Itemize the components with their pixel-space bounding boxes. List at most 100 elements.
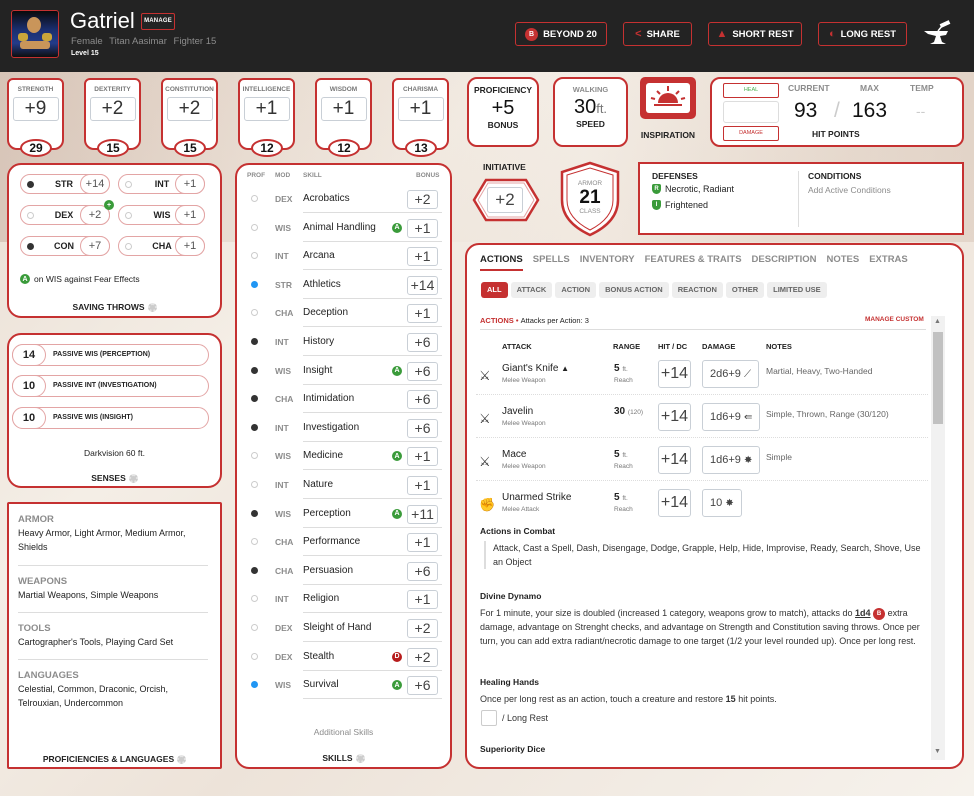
skill-row-performance[interactable]: CHA Performance +1 [242,529,442,557]
filter-action[interactable]: ACTION [555,282,597,298]
ability-constitution[interactable]: CONSTITUTION +2 15 [161,78,218,157]
skill-bonus[interactable]: +1 [407,218,438,238]
attack-row-giant-s-knife[interactable]: ⚔ Giant's Knife ▲ Melee Weapon 5 ft. Reach +1… [476,356,928,398]
anvil-icon[interactable] [922,20,956,46]
ability-modifier[interactable]: +9 [12,97,59,121]
saving-throw-int[interactable]: INT +1 [118,174,205,194]
filter-reaction[interactable]: REACTION [671,282,723,298]
ability-charisma[interactable]: CHARISMA +1 13 [392,78,449,157]
filter-other[interactable]: OTHER [725,282,765,298]
share-button[interactable]: < SHARE [623,22,692,46]
attack-name[interactable]: Unarmed Strike [502,492,571,503]
ability-dexterity[interactable]: DEXTERITY +2 15 [84,78,141,157]
skill-bonus[interactable]: +6 [407,390,438,410]
attack-damage-button[interactable]: 1d6+9 ✸ [702,446,761,474]
tab-inventory[interactable]: INVENTORY [580,254,635,271]
short-rest-button[interactable]: ▲ SHORT REST [708,22,802,46]
skill-row-intimidation[interactable]: CHA Intimidation +6 [242,386,442,414]
ability-modifier[interactable]: +1 [243,97,290,121]
saving-throw-str[interactable]: STR +14 [20,174,110,194]
ability-strength[interactable]: STRENGTH +9 29 [7,78,64,157]
attack-name[interactable]: Mace [502,449,526,460]
skill-row-nature[interactable]: INT Nature +1 [242,472,442,500]
skill-bonus[interactable]: +1 [407,533,438,553]
beyond20-roll-icon[interactable]: B [873,607,886,620]
skill-row-medicine[interactable]: WIS Medicine A +1 [242,443,442,471]
skill-row-arcana[interactable]: INT Arcana +1 [242,243,442,271]
hp-temp-value[interactable]: -- [916,103,925,119]
attack-hit-button[interactable]: +14 [658,403,691,431]
skill-row-history[interactable]: INT History +6 [242,329,442,357]
healing-hands-title[interactable]: Healing Hands [480,677,539,687]
gear-icon[interactable] [147,303,157,313]
skill-bonus[interactable]: +2 [407,190,438,209]
healing-hands-use-checkbox[interactable] [481,710,497,726]
skill-bonus[interactable]: +1 [407,247,438,267]
filter-all[interactable]: ALL [481,282,508,298]
saving-throw-con[interactable]: CON +7 [20,236,110,256]
heal-button[interactable]: HEAL [723,83,779,98]
tab-actions[interactable]: ACTIONS [480,254,523,271]
add-conditions-link[interactable]: Add Active Conditions [808,185,891,195]
skill-row-perception[interactable]: WIS Perception A +11 [242,501,442,529]
filter-attack[interactable]: ATTACK [510,282,553,298]
skill-row-insight[interactable]: WIS Insight A +6 [242,358,442,386]
attack-row-javelin[interactable]: ⚔ Javelin Melee Weapon 30 (120) +14 1d6+9 ⇚ Si… [476,399,928,441]
skill-bonus[interactable]: +2 [407,647,438,667]
saving-throw-cha[interactable]: CHA +1 [118,236,205,256]
skill-row-deception[interactable]: CHA Deception +1 [242,300,442,328]
ability-modifier[interactable]: +2 [89,97,136,121]
saving-throw-dex[interactable]: DEX +2 + [20,200,114,225]
skill-row-sleight-of-hand[interactable]: DEX Sleight of Hand +2 [242,615,442,643]
long-rest-button[interactable]: ◐ LONG REST [818,22,907,46]
gear-icon[interactable] [128,474,138,484]
attack-hit-button[interactable]: +14 [658,489,691,517]
skill-row-investigation[interactable]: INT Investigation +6 [242,415,442,443]
defenses-conditions-box[interactable]: DEFENSES R Necrotic, Radiant I Frightene… [638,162,964,235]
tab-notes[interactable]: NOTES [826,254,859,271]
skill-row-persuasion[interactable]: CHA Persuasion +6 [242,558,442,586]
ability-intelligence[interactable]: INTELLIGENCE +1 12 [238,78,295,157]
attack-damage-button[interactable]: 10 ✸ [702,489,742,517]
character-avatar[interactable] [11,10,59,58]
skill-bonus[interactable]: +6 [407,676,438,696]
tab-description[interactable]: DESCRIPTION [752,254,817,271]
attack-hit-button[interactable]: +14 [658,446,691,474]
skill-bonus[interactable]: +1 [407,476,438,495]
skill-bonus[interactable]: +1 [407,590,438,610]
attack-name[interactable]: Giant's Knife ▲ [502,363,569,374]
attack-name[interactable]: Javelin [502,406,533,417]
tab-spells[interactable]: SPELLS [533,254,570,271]
skill-row-stealth[interactable]: DEX Stealth D +2 [242,644,442,672]
additional-skills-link[interactable]: Additional Skills [235,727,452,737]
superiority-dice-title[interactable]: Superiority Dice [480,744,545,754]
skill-bonus[interactable]: +11 [407,504,438,524]
attack-damage-button[interactable]: 1d6+9 ⇚ [702,403,761,431]
scroll-up-icon[interactable]: ▲ [934,318,941,325]
inspiration-toggle[interactable] [640,77,696,119]
hp-current-value[interactable]: 93 [794,99,817,123]
skill-bonus[interactable]: +1 [407,447,438,467]
ability-modifier[interactable]: +1 [320,97,367,121]
damage-dice-link[interactable]: 1d4 [855,608,871,618]
divine-dynamo-title[interactable]: Divine Dynamo [480,591,541,601]
filter-bonus-action[interactable]: BONUS ACTION [599,282,669,298]
ability-modifier[interactable]: +2 [166,97,213,121]
skill-bonus[interactable]: +14 [407,275,438,295]
skill-row-animal-handling[interactable]: WIS Animal Handling A +1 [242,215,442,243]
skill-bonus[interactable]: +6 [407,333,438,352]
skill-bonus[interactable]: +6 [407,561,438,581]
scroll-down-icon[interactable]: ▼ [934,748,941,755]
skill-bonus[interactable]: +6 [407,418,438,438]
manage-button[interactable]: MANAGE [141,13,175,30]
skill-row-survival[interactable]: WIS Survival A +6 [242,672,442,700]
skill-row-acrobatics[interactable]: DEX Acrobatics +2 [242,186,442,214]
gear-icon[interactable] [177,755,187,765]
gear-icon[interactable] [355,754,365,764]
manage-custom-link[interactable]: MANAGE CUSTOM [865,316,924,323]
saving-throw-wis[interactable]: WIS +1 [118,205,205,225]
filter-limited-use[interactable]: LIMITED USE [767,282,827,298]
tab-features-traits[interactable]: FEATURES & TRAITS [645,254,742,271]
tab-extras[interactable]: EXTRAS [869,254,908,271]
attack-damage-button[interactable]: 2d6+9 ⟋ [702,360,759,388]
